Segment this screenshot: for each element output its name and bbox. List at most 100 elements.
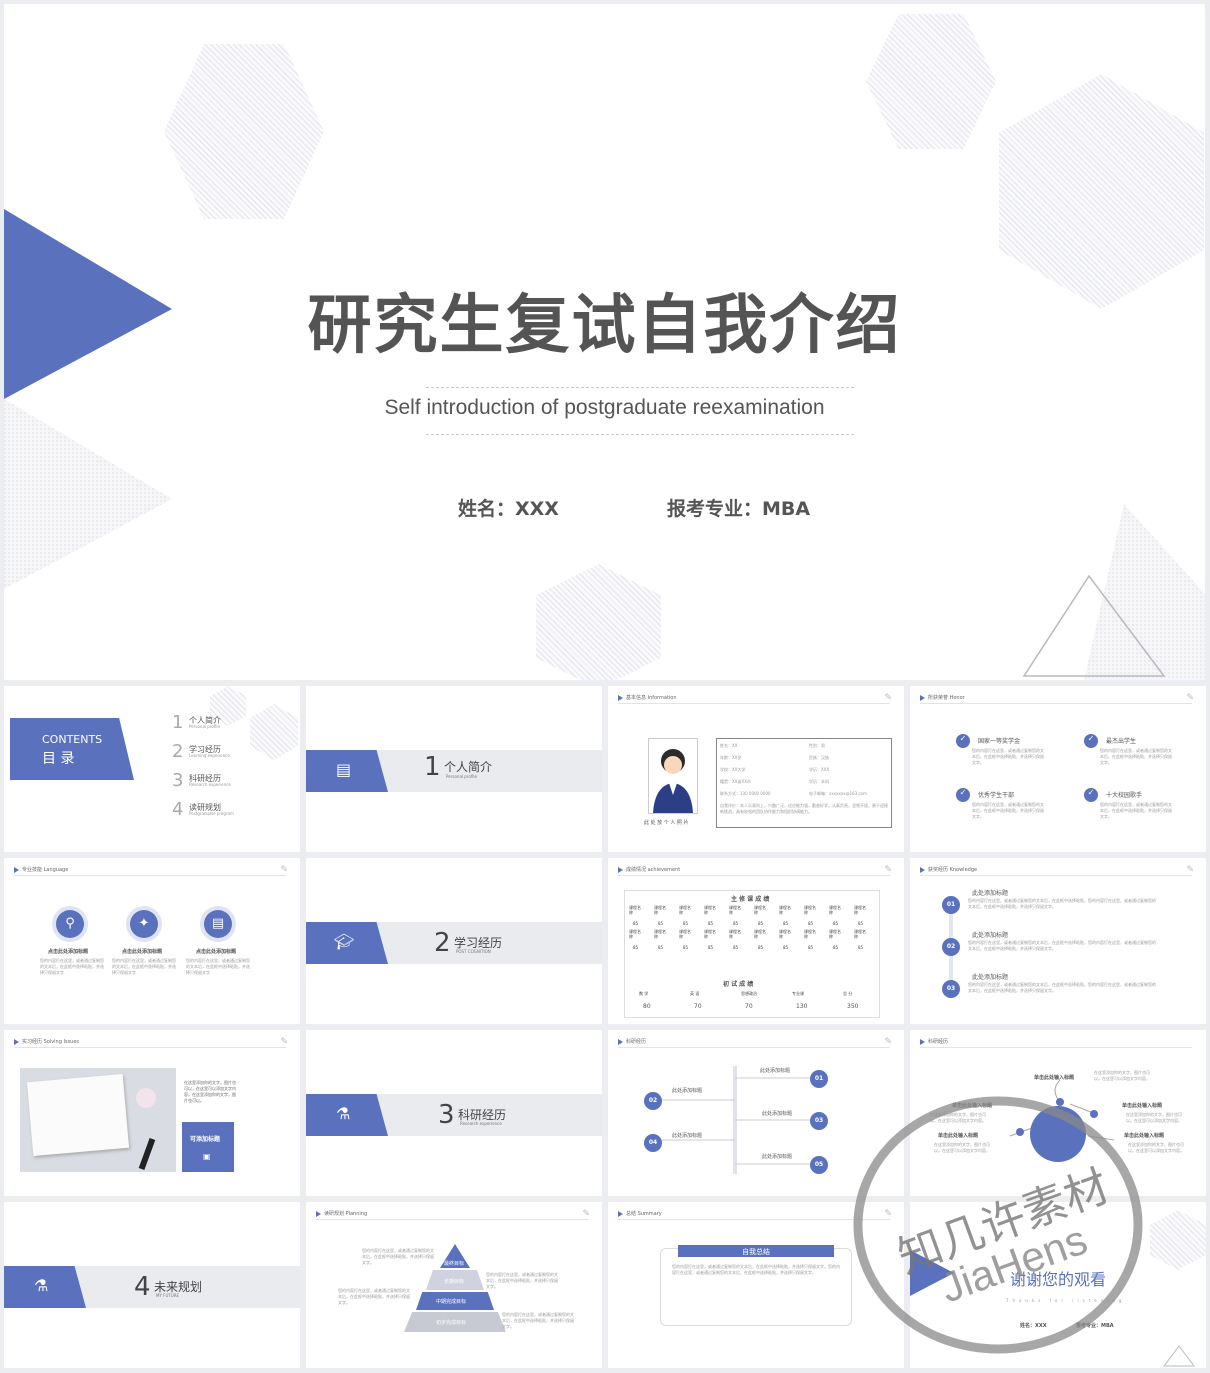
init-head: 数 学 [639, 991, 649, 996]
research-num: 04 [644, 1134, 662, 1152]
section-en: POST COGNITION [456, 949, 491, 954]
research-timeline-slide: 科研经历 ✎ 01 此处添加标题 02 此处添加标题 03 此处添加标题 04 … [608, 1030, 904, 1196]
thanks-en: Thanks for listening [1006, 1298, 1126, 1303]
pencil-icon: ✎ [280, 1037, 288, 1047]
practice-card-title: 可添加标题 [190, 1136, 221, 1143]
hub-desc: 在这里添加你的文字，图片也可以。在这里可以添加文字内容。 [1128, 1142, 1184, 1153]
awards-slide: 获奖经历 Knowledge ✎ 01 此处添加标题 您的内容打在这里，或者通过… [910, 858, 1206, 1024]
info-cell: 电子邮箱：xxxxxxx@163.com [809, 791, 868, 796]
contents-zh: 目 录 [42, 751, 75, 767]
info-cell: 年龄：XX岁 [720, 755, 742, 760]
info-slide: 基本信息 Information ✎ 此 处 放 个 人 照 片 姓名：XX 性… [608, 686, 904, 852]
practice-slide: 实习经历 Solving Issues ✎ 在这里添加你的文字，图片也可以，在这… [4, 1030, 300, 1196]
grades-title: 主 修 课 成 绩 [731, 896, 770, 903]
summary-desc: 您的内容打在这里，或者通过复制您的文本后，在此框中选择粘贴，并选择只保留文字。您… [672, 1264, 840, 1275]
course-name: 课程名称 [829, 905, 841, 915]
hub-desc: 在这里添加你的文字，图片也可以。在这里可以添加文字内容。 [1126, 1112, 1182, 1123]
research-num: 03 [810, 1112, 828, 1130]
course-score: 85 [858, 945, 864, 950]
pyramid-label: 长期目标 [444, 1279, 465, 1285]
course-name: 课程名称 [754, 905, 766, 915]
research-title: 此处添加标题 [672, 1088, 703, 1094]
hub-title: 单击此处输入标题 [1124, 1133, 1165, 1139]
pencil-icon: ✎ [884, 1209, 892, 1219]
init-score: 70 [745, 1003, 753, 1010]
honor-desc: 您的内容打在这里，或者通过复制您的文本后，在此框中选择粘贴，并选择只保留文字。 [1100, 748, 1172, 765]
clipboard-icon: ▤ [204, 910, 232, 938]
contents-slide: CONTENTS 目 录 1 个人简介 Personal profile 2 学… [4, 686, 300, 852]
toc-item-en: Postgraduate program [189, 811, 234, 816]
summary-title: 自我总结 [742, 1248, 770, 1256]
pyramid-label: 中期完成目标 [436, 1299, 467, 1305]
skill-title: 点击此处添加标题 [196, 949, 237, 955]
subtitle: Self introduction of postgraduate reexam… [384, 396, 825, 419]
award-num: 01 [942, 896, 960, 914]
award-num: 03 [942, 980, 960, 998]
divider [14, 1047, 286, 1048]
self-eval: 自我评价：本人乐观向上，兴趣广泛，适应能力强，勤奋好学，认真负责，坚韧不拔，勇于… [720, 803, 888, 814]
slide-tag: 成绩情况 achievement [618, 866, 680, 873]
research-title: 此处添加标题 [760, 1068, 791, 1074]
skill-title: 点击此处添加标题 [48, 949, 89, 955]
info-cell: 民族：汉族 [809, 755, 829, 760]
hub-circle [1030, 1106, 1086, 1162]
course-name: 课程名称 [729, 905, 741, 915]
slide-tag: 实习经历 Solving Issues [14, 1038, 79, 1045]
section-num: 4 [134, 1272, 151, 1302]
avatar [653, 749, 693, 813]
pencil-icon: ✎ [884, 865, 892, 875]
course-score: 85 [683, 921, 689, 926]
plan-desc: 您的内容打在这里，或者通过复制您的文本后，在此框中选择粘贴，并选择只保留文字。 [502, 1312, 574, 1329]
course-score: 85 [708, 945, 714, 950]
info-table: 姓名：XX 性别：男 年龄：XX岁 民族：汉族 学校：XX大学 学历：XXX 籍… [716, 738, 892, 828]
divider [618, 1219, 890, 1220]
init-head: 总 分 [843, 991, 853, 996]
divider [920, 875, 1192, 876]
info-cell: 学校：XX大学 [720, 767, 746, 772]
course-name: 课程名称 [779, 905, 791, 915]
honor-desc: 您的内容打在这里，或者通过复制您的文本后，在此框中选择粘贴，并选择只保留文字。 [972, 748, 1044, 765]
hub-desc: 在这里添加你的文字，图片也可以。在这里可以添加文字内容。 [930, 1112, 986, 1123]
course-name: 课程名称 [679, 929, 691, 939]
skill-desc: 您的内容打在这里，或者通过复制您的文本后，在此框中选择粘贴，并选择只保留文字 [112, 958, 176, 975]
notebook-image [20, 1068, 176, 1172]
flask-icon: ⚗ [34, 1276, 49, 1295]
honor-title: 优秀学生干部 [978, 792, 1015, 799]
course-score: 85 [758, 945, 764, 950]
hex-deco [250, 704, 298, 760]
honor-title: 最杰出学生 [1106, 738, 1137, 745]
toc-num: 3 [172, 770, 184, 791]
award-desc: 您的内容打在这里，或者通过复制您的文本后，在此框中选择粘贴，您的内容打在这里，或… [968, 940, 1156, 951]
research-hub-slide: 科研经历 单击此处输入标题 在这里添加你的文字，图片也可以。在这里可以添加文字内… [910, 1030, 1206, 1196]
practice-desc: 在这里添加你的文字，图片也可以，在这里可以添加文字内容，在这里添加你的文字，图片… [184, 1080, 236, 1103]
grades-table: 主 修 课 成 绩 初 试 成 绩 课程名称 85 课程名称 85 课程名称 85 课程名称… [624, 890, 880, 1018]
init-head: 英 语 [690, 991, 700, 996]
medal-icon: ✓ [1084, 734, 1098, 748]
section-title: 个人简介 [444, 760, 493, 774]
divider [316, 1219, 588, 1220]
info-cell: 性别：男 [809, 743, 825, 748]
major-label: 报考专业：MBA [667, 498, 811, 520]
section-slide-1: ▤ 1 个人简介 Personal profile [306, 686, 602, 852]
skill-title: 点击此处添加标题 [122, 949, 163, 955]
course-score: 85 [833, 921, 839, 926]
course-name: 课程名称 [754, 929, 766, 939]
init-title: 初 试 成 绩 [723, 981, 754, 988]
thanks-major: 报考专业：MBA [1076, 1323, 1114, 1329]
divider [426, 434, 854, 435]
init-score: 80 [643, 1003, 651, 1010]
divider [14, 875, 286, 876]
course-name: 课程名称 [704, 929, 716, 939]
title-slide: 研究生复试自我介绍 Self introduction of postgradu… [4, 4, 1205, 680]
plan-desc: 您的内容打在这里，或者通过复制您的文本后，在此框中选择粘贴，并选择只保留文字。 [362, 1248, 434, 1265]
contents-en: CONTENTS [42, 733, 103, 746]
init-head: 专业课 [792, 991, 804, 996]
research-num: 02 [644, 1092, 662, 1110]
pencil-icon: ✎ [1186, 865, 1194, 875]
timeline-lines [660, 1066, 813, 1174]
section-num: 2 [434, 928, 451, 958]
honor-title: 十大校园歌手 [1106, 792, 1143, 799]
award-title: 此处添加标题 [972, 890, 1009, 897]
section-slide-2: 🎓︎ 2 学习经历 POST COGNITION [306, 858, 602, 1024]
hub-dot [1016, 1128, 1024, 1136]
